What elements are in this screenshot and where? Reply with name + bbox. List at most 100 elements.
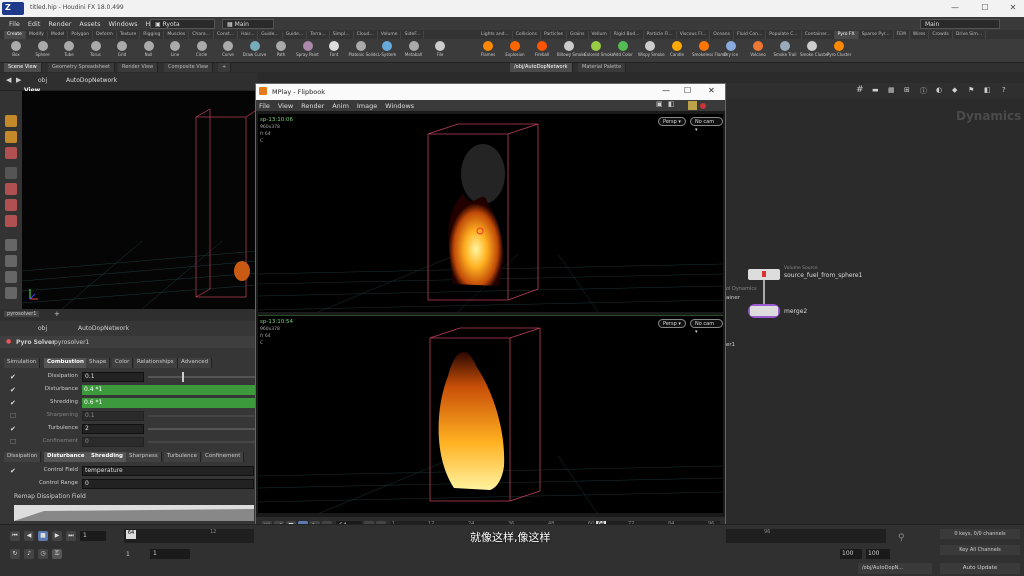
turbulence-field[interactable]: 2 xyxy=(82,424,144,434)
fb-menu-file[interactable]: File xyxy=(256,100,273,110)
pyro-tool-6[interactable]: Wispy Smoke xyxy=(638,41,665,61)
playhead[interactable]: 64 xyxy=(126,530,136,539)
tab-relationships[interactable]: Relationships xyxy=(134,358,178,368)
shelf-tool-8[interactable]: Curve xyxy=(216,41,240,61)
shelf-tool-2[interactable]: Tube xyxy=(57,41,81,61)
pyro-tool-3[interactable]: Billowy Smoke xyxy=(557,41,586,61)
auto-update-dropdown[interactable]: Auto Update xyxy=(940,563,1020,574)
last-frame-button[interactable]: ⏭ xyxy=(66,531,76,541)
shelf-tool-5[interactable]: Null xyxy=(137,41,161,61)
pyro-tool-10[interactable]: Volcano xyxy=(746,41,770,61)
range-end-input[interactable]: 100 xyxy=(866,549,890,559)
pyro-tool-9[interactable]: Dry Ice xyxy=(719,41,743,61)
network-flag-icon[interactable]: ⚑ xyxy=(968,86,974,94)
first-frame-button[interactable]: ⏮ xyxy=(10,531,20,541)
realtime-button[interactable]: ↻ xyxy=(10,549,20,559)
turbulence-slider[interactable] xyxy=(148,428,256,430)
tab-render-view[interactable]: Render View xyxy=(118,63,159,72)
flipbook-minimize-button[interactable]: — xyxy=(662,86,670,95)
range-end-field[interactable]: 100 xyxy=(840,549,862,559)
fb-menu-image[interactable]: Image xyxy=(354,100,380,110)
right-layout-dropdown[interactable]: Main xyxy=(920,19,1000,29)
shelf-tool-0[interactable]: Box xyxy=(4,41,28,61)
tab-advanced[interactable]: Advanced xyxy=(178,358,213,368)
node-merge-name[interactable]: merge2 xyxy=(784,308,807,315)
node-volume-source[interactable] xyxy=(748,269,780,280)
subtab-confinement[interactable]: Confinement xyxy=(202,452,245,462)
dissipation-slider[interactable] xyxy=(148,372,256,382)
network-ruler-icon[interactable]: ▬ xyxy=(872,86,879,94)
play-button[interactable]: ▶ xyxy=(52,531,62,541)
turbulence-checkbox[interactable]: ✔ xyxy=(10,425,16,433)
menu-render[interactable]: Render xyxy=(45,17,74,28)
menu-assets[interactable]: Assets xyxy=(76,17,103,28)
fb-nocam-button-top[interactable]: No cam ▾ xyxy=(690,117,723,133)
pyro-tool-2[interactable]: Fireball xyxy=(530,41,554,61)
menu-windows[interactable]: Windows xyxy=(105,17,140,28)
node-volume-source-name[interactable]: source_fuel_from_sphere1 xyxy=(784,272,862,279)
network-layout-icon[interactable]: ⊞ xyxy=(904,86,910,94)
timebar-right[interactable]: 96 xyxy=(726,529,886,543)
menu-file[interactable]: File xyxy=(6,17,23,28)
dissipation-checkbox[interactable]: ✔ xyxy=(10,373,16,381)
tab-material-palette[interactable]: Material Palette xyxy=(578,63,627,72)
node-name[interactable]: pyrosolver1 xyxy=(54,339,89,346)
subtab-dissipation[interactable]: Dissipation xyxy=(4,452,42,462)
frame-field[interactable]: 1 xyxy=(80,531,106,541)
pyro-tool-4[interactable]: Colored Smoke xyxy=(584,41,614,61)
update-path[interactable]: /obj/AutoDopN... xyxy=(858,563,932,574)
shredding-checkbox[interactable]: ✔ xyxy=(10,399,16,407)
pyro-tool-0[interactable]: Flames xyxy=(476,41,500,61)
remap-ramp[interactable] xyxy=(14,505,254,521)
shelf-tool-14[interactable]: L-System xyxy=(375,41,399,61)
fb-persp-button-bottom[interactable]: Persp ▾ xyxy=(658,319,686,328)
pyro-tool-7[interactable]: Candle xyxy=(665,41,689,61)
confinement-slider[interactable] xyxy=(148,441,256,443)
param-tab[interactable]: pyrosolver1 xyxy=(4,311,40,317)
snap-tool-icon[interactable] xyxy=(5,271,17,283)
magnet-tool-icon[interactable] xyxy=(5,215,17,227)
desktop-dropdown[interactable]: ▣ Ryota xyxy=(150,19,215,29)
network-editor[interactable]: # ▬ ▦ ⊞ ⓘ ◐ ◆ ⚑ ◧ ? Dynamics ol Dynamics… xyxy=(726,83,1024,523)
node-merge[interactable] xyxy=(750,306,778,316)
pyro-tool-13[interactable]: Pyro Cluster xyxy=(827,41,851,61)
tab-geometry-spreadsheet[interactable]: Geometry Spreadsheet xyxy=(48,63,116,72)
fb-snapshot-icon[interactable] xyxy=(688,101,697,110)
shelf-tool-11[interactable]: Spray Paint xyxy=(296,41,320,61)
network-grid-icon[interactable]: ▦ xyxy=(888,86,895,94)
shelf-tool-15[interactable]: Metaball xyxy=(402,41,426,61)
fb-menu-anim[interactable]: Anim xyxy=(329,100,352,110)
shelf-tool-16[interactable]: File xyxy=(428,41,452,61)
confinement-checkbox[interactable]: ☐ xyxy=(10,438,16,446)
menu-edit[interactable]: Edit xyxy=(25,17,44,28)
pyro-tool-1[interactable]: Explosion xyxy=(503,41,527,61)
path-context[interactable]: obj xyxy=(38,77,47,84)
range-start-field[interactable]: 1 xyxy=(126,551,130,558)
confinement-field[interactable]: 0 xyxy=(82,437,144,447)
timebar[interactable]: 64 12 xyxy=(124,529,254,543)
stop-button[interactable]: ■ xyxy=(38,531,48,541)
pyro-tool-8[interactable]: Smokeless Flame xyxy=(692,41,727,61)
disturbance-field[interactable]: 0.4 *1 xyxy=(82,385,256,395)
network-color-icon[interactable]: ◐ xyxy=(936,86,942,94)
sharpening-checkbox[interactable]: ☐ xyxy=(10,412,16,420)
sharpening-field[interactable]: 0.1 xyxy=(82,411,144,421)
shelf-tool-13[interactable]: Platonic Solids xyxy=(349,41,377,61)
tab-scene-view[interactable]: Scene View xyxy=(4,63,42,72)
audio-button[interactable]: ♪ xyxy=(24,549,34,559)
select-tool-icon[interactable] xyxy=(5,115,17,127)
param-path-node[interactable]: AutoDopNetwork xyxy=(78,325,129,332)
dissipation-field[interactable]: 0.1 xyxy=(82,372,144,382)
fb-menu-windows[interactable]: Windows xyxy=(382,100,417,110)
tab-network[interactable]: /obj/AutoDopNetwork xyxy=(510,63,573,72)
view-tool-icon[interactable] xyxy=(5,239,17,251)
key-all-channels-button[interactable]: Key All Channels xyxy=(940,545,1020,555)
control-field-checkbox[interactable]: ✔ xyxy=(10,467,16,475)
back-icon[interactable]: ◀ xyxy=(6,76,11,84)
flipbook-viewport-top[interactable]: sp-13:10:06 960x378 fr 64 C Persp ▾ No c… xyxy=(257,114,724,313)
fb-nocam-button-bottom[interactable]: No cam ▾ xyxy=(690,319,723,335)
sharpening-slider[interactable] xyxy=(148,415,256,417)
fb-view-icon[interactable]: ▣ xyxy=(656,100,663,108)
path-node[interactable]: AutoDopNetwork xyxy=(66,77,117,84)
layout-dropdown[interactable]: ▦ Main xyxy=(222,19,274,29)
